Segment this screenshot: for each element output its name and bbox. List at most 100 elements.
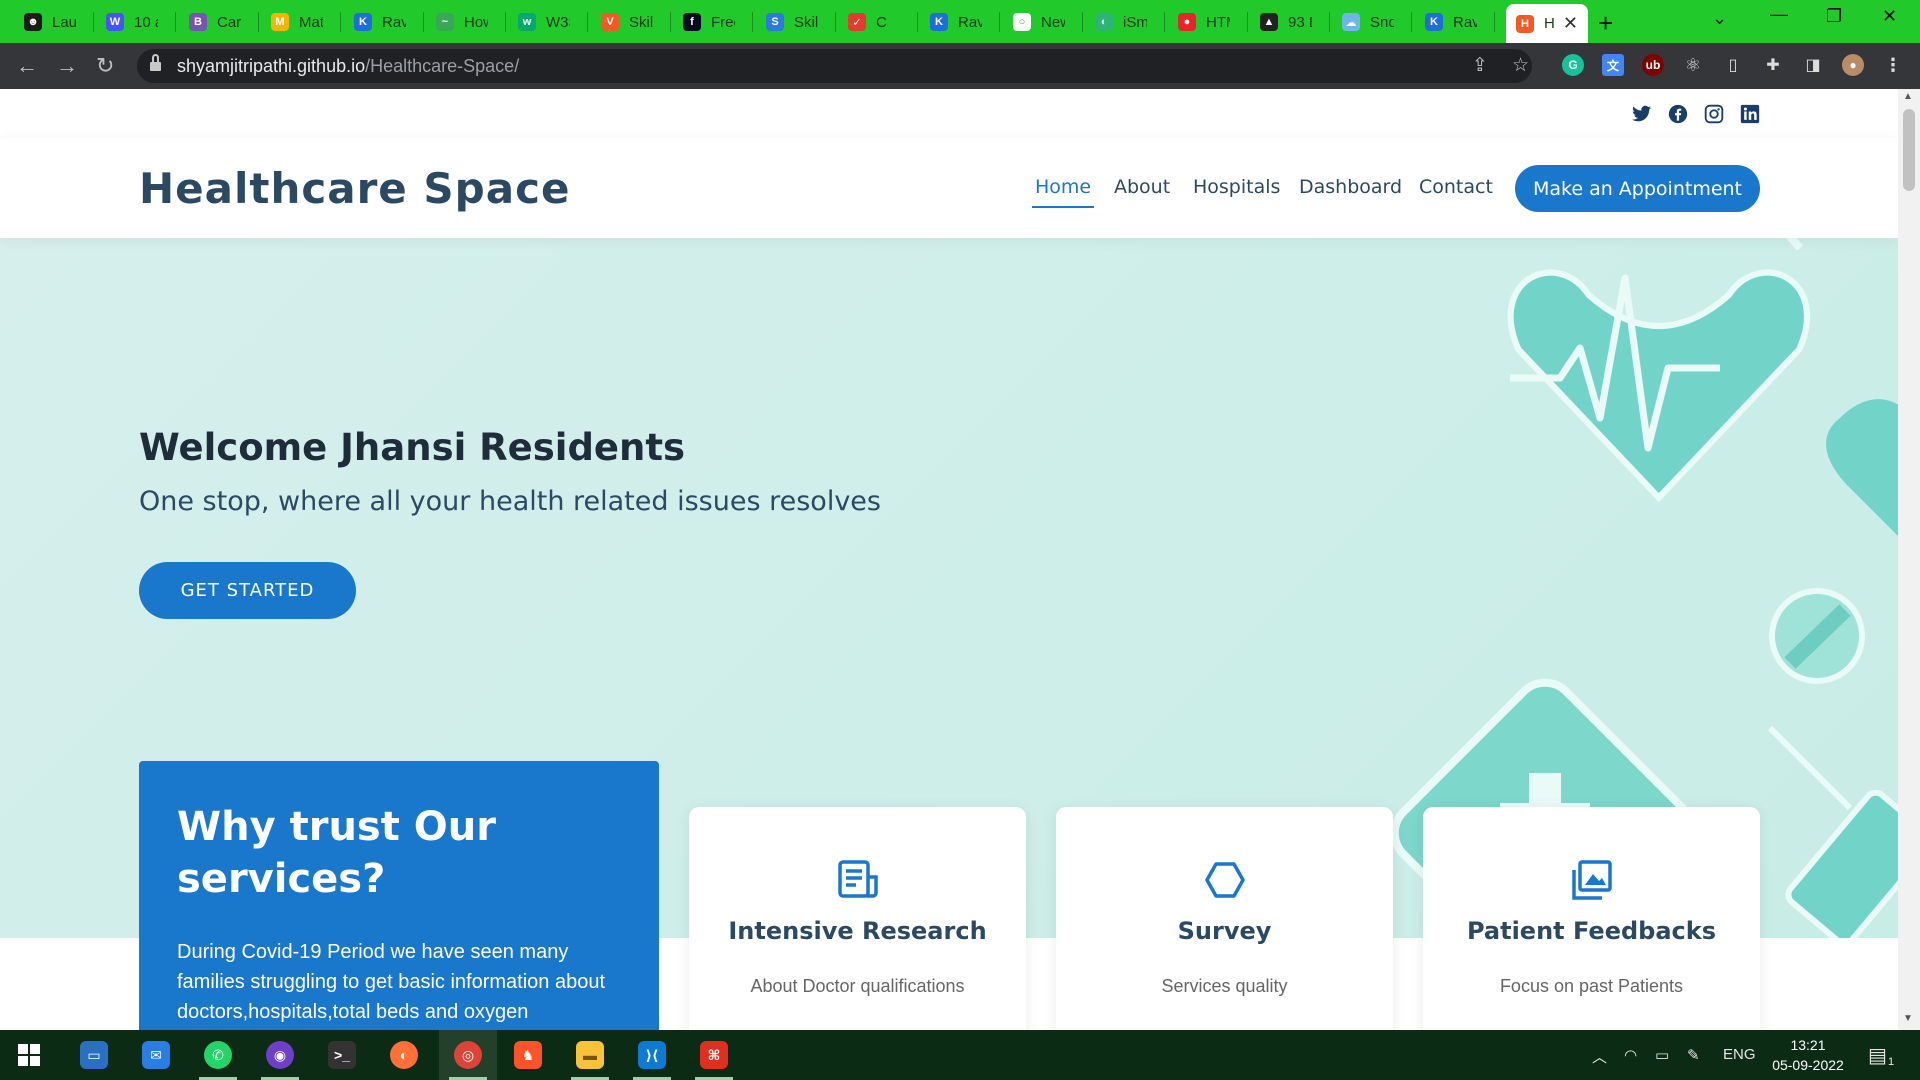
taskbar-github[interactable]: ◉ xyxy=(253,1030,307,1080)
linkedin-icon[interactable] xyxy=(1739,103,1761,125)
tab-separator xyxy=(93,12,94,32)
card-survey[interactable]: Survey Services quality xyxy=(1056,807,1393,1030)
ublock-extension-icon[interactable]: ub xyxy=(1642,54,1664,76)
tab-separator xyxy=(587,12,588,32)
taskbar-brave[interactable]: ♞ xyxy=(501,1030,555,1080)
facebook-icon[interactable] xyxy=(1667,103,1689,125)
notification-icon[interactable]: ▤ xyxy=(1868,1043,1887,1068)
extensions-puzzle-icon[interactable]: ✚ xyxy=(1762,54,1784,76)
taskbar-mail[interactable]: ✉ xyxy=(129,1030,183,1080)
close-tab-icon[interactable]: ✕ xyxy=(1563,13,1578,34)
taskbar-chrome[interactable]: ◎ xyxy=(439,1030,497,1080)
browser-tab[interactable]: ☁ Snov xyxy=(1332,4,1410,40)
pen-icon[interactable]: ✎ xyxy=(1687,1046,1700,1064)
tab-active[interactable]: H H ✕ xyxy=(1506,4,1588,43)
browser-tab[interactable]: W 10 ar xyxy=(96,4,174,40)
card-title: Survey xyxy=(1177,917,1272,945)
browser-tab[interactable]: ● HTM xyxy=(1168,4,1246,40)
browser-tab[interactable]: B Card xyxy=(179,4,257,40)
scroll-up-icon[interactable]: ▲ xyxy=(1903,91,1913,102)
taskbar-whatsapp[interactable]: ✆ xyxy=(191,1030,245,1080)
nav-about[interactable]: About xyxy=(1114,176,1170,198)
language-indicator[interactable]: ENG xyxy=(1723,1046,1756,1063)
hero-title: Welcome Jhansi Residents xyxy=(139,426,686,469)
instagram-icon[interactable] xyxy=(1703,103,1725,125)
browser-tab[interactable]: f Free xyxy=(673,4,751,40)
page-scrollbar[interactable]: ▲ ▼ xyxy=(1898,89,1920,1030)
taskbar-vscode[interactable]: ⟩⟨ xyxy=(625,1030,679,1080)
twitter-icon[interactable] xyxy=(1631,103,1653,125)
browser-tab[interactable]: S Skills xyxy=(756,4,834,40)
get-started-button[interactable]: GET STARTED xyxy=(139,562,356,619)
translate-extension-icon[interactable]: 文 xyxy=(1602,54,1624,76)
why-trust-box: Why trust Our services? During Covid-19 … xyxy=(139,761,659,1030)
card-intensive-research[interactable]: Intensive Research About Doctor qualific… xyxy=(689,807,1026,1030)
tab-favicon-icon: w xyxy=(518,13,536,31)
tab-favicon-icon: ✓ xyxy=(848,13,866,31)
restore-button[interactable]: ❐ xyxy=(1826,6,1842,27)
url-text[interactable]: shyamjitripathi.github.io/Healthcare-Spa… xyxy=(177,56,519,77)
taskbar-file-explorer[interactable]: ▬ xyxy=(563,1030,617,1080)
site-logo[interactable]: Healthcare Space xyxy=(139,164,570,213)
firefox-icon: ◐ xyxy=(390,1041,418,1069)
tab-search-icon[interactable]: ⌄ xyxy=(1712,8,1727,29)
scroll-down-icon[interactable]: ▼ xyxy=(1903,1013,1913,1024)
tab-favicon-icon: ○ xyxy=(1013,13,1031,31)
new-tab-button[interactable]: + xyxy=(1598,8,1613,39)
taskbar-acrobat[interactable]: ⌘ xyxy=(687,1030,741,1080)
bookmark-star-icon[interactable]: ☆ xyxy=(1512,54,1529,77)
nav-contact[interactable]: Contact xyxy=(1419,176,1493,198)
taskbar-firefox[interactable]: ◐ xyxy=(377,1030,431,1080)
scroll-thumb[interactable] xyxy=(1903,109,1915,191)
nav-dashboard[interactable]: Dashboard xyxy=(1299,176,1402,198)
share-icon[interactable]: ⇪ xyxy=(1472,54,1488,77)
card-patient-feedbacks[interactable]: Patient Feedbacks Focus on past Patients xyxy=(1423,807,1760,1030)
terminal-icon: >_ xyxy=(328,1041,356,1069)
tab-favicon-icon: ▲ xyxy=(1260,13,1278,31)
nav-home[interactable]: Home xyxy=(1031,176,1095,208)
browser-tab[interactable]: K Ravir xyxy=(920,4,998,40)
folder-icon: ▬ xyxy=(576,1041,604,1069)
forward-icon[interactable]: → xyxy=(56,53,78,79)
reload-icon[interactable]: ↻ xyxy=(96,53,114,79)
side-panel-icon[interactable]: ◨ xyxy=(1802,54,1824,76)
browser-tab[interactable]: ▲ 93 B xyxy=(1250,4,1328,40)
browser-tab[interactable]: w W3S xyxy=(508,4,586,40)
react-devtools-icon[interactable]: ⚛ xyxy=(1682,54,1704,76)
vscode-icon: ⟩⟨ xyxy=(638,1041,666,1069)
browser-tab[interactable]: ☻ Laure xyxy=(14,4,92,40)
tab-title: Laure xyxy=(52,13,76,31)
browser-tab[interactable]: ○ New xyxy=(1003,4,1081,40)
taskbar-laptop-app[interactable]: ▭ xyxy=(67,1030,121,1080)
browser-tab[interactable]: ~ How xyxy=(426,4,504,40)
browser-tab[interactable]: M Mate xyxy=(261,4,339,40)
lock-icon[interactable] xyxy=(150,54,161,72)
browser-tab[interactable]: K Ravir xyxy=(1415,4,1493,40)
taskbar-clock[interactable]: 13:21 05-09-2022 xyxy=(1768,1035,1848,1075)
minimize-button[interactable]: — xyxy=(1770,4,1788,25)
tab-separator xyxy=(505,12,506,32)
close-window-button[interactable]: ✕ xyxy=(1882,6,1897,27)
taskbar-terminal[interactable]: >_ xyxy=(315,1030,369,1080)
windows-logo-icon xyxy=(18,1044,40,1066)
browser-tab[interactable]: ✓ C xyxy=(838,4,916,40)
battery-icon[interactable]: ▭ xyxy=(1655,1046,1669,1064)
profile-avatar[interactable]: ● xyxy=(1842,54,1864,76)
grammarly-extension-icon[interactable]: G xyxy=(1562,54,1584,76)
back-icon[interactable]: ← xyxy=(16,53,38,79)
phone-extension-icon[interactable]: ▯ xyxy=(1722,54,1744,76)
browser-tab[interactable]: V Skills xyxy=(591,4,669,40)
brave-icon: ♞ xyxy=(514,1041,542,1069)
nav-hospitals[interactable]: Hospitals xyxy=(1193,176,1280,198)
card-subtitle: Focus on past Patients xyxy=(1499,976,1684,996)
tab-favicon-icon: ● xyxy=(1178,13,1196,31)
start-button[interactable] xyxy=(2,1030,56,1080)
tray-chevron-icon[interactable]: ︿ xyxy=(1592,1046,1607,1067)
browser-menu-icon[interactable]: ⋮ xyxy=(1882,54,1904,76)
wifi-icon[interactable]: ◠ xyxy=(1624,1046,1637,1064)
tab-favicon-icon: B xyxy=(189,13,207,31)
tab-favicon-icon: f xyxy=(683,13,701,31)
browser-tab[interactable]: ◐ iSma xyxy=(1085,4,1163,40)
make-appointment-button[interactable]: Make an Appointment xyxy=(1515,165,1760,212)
browser-tab[interactable]: K Ravir xyxy=(344,4,422,40)
